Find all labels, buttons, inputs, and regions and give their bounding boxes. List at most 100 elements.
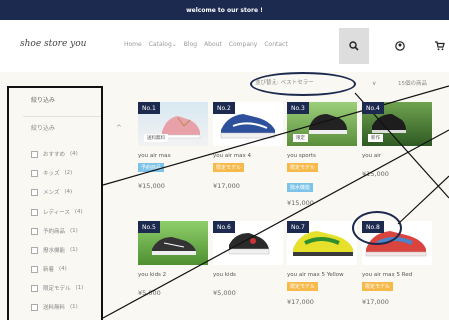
product-name[interactable]: you air: [362, 153, 381, 159]
product-badge: 限定モデル: [287, 282, 319, 291]
image-tag: 送料無料: [144, 134, 168, 142]
filter-ladies[interactable]: レディース (4): [31, 208, 83, 216]
account-button[interactable]: [385, 28, 415, 64]
cart-icon: [435, 41, 445, 51]
product-price: ¥17,000: [213, 182, 240, 190]
filter-count: (4): [74, 209, 83, 215]
filter-recommended[interactable]: おすすめ (4): [31, 150, 78, 158]
product-card[interactable]: No.6 you kids ¥5,000: [213, 221, 283, 301]
checkbox[interactable]: [31, 284, 38, 292]
search-button[interactable]: [339, 28, 369, 64]
product-card[interactable]: No.5 you kids 2 ¥5,000: [138, 221, 208, 301]
nav-company[interactable]: Company: [229, 41, 258, 48]
filter-label: おすすめ: [43, 152, 66, 158]
filter-limited[interactable]: 限定モデル (1): [31, 284, 83, 292]
checkbox[interactable]: [31, 303, 38, 311]
nav-blog[interactable]: Blog: [184, 41, 197, 48]
announcement-bar: welcome to our store !: [0, 0, 449, 20]
announcement-text: welcome to our store !: [186, 6, 263, 14]
product-badge: 限定モデル: [213, 163, 245, 172]
filter-label: 撥水機能: [43, 248, 66, 254]
filter-label: 予約商品: [43, 229, 66, 235]
product-badge: 予約商品: [138, 163, 165, 172]
nav-catalog-label: Catalog: [148, 41, 172, 48]
nav-contact[interactable]: Contact: [264, 41, 287, 48]
checkbox[interactable]: [31, 227, 38, 235]
filter-label: キッズ: [43, 171, 60, 177]
filter-count: (1): [70, 228, 78, 234]
site-header: shoe store you Home Catalog⌄ Blog About …: [0, 20, 449, 72]
cart-button[interactable]: [425, 28, 449, 64]
checkbox[interactable]: [31, 208, 38, 216]
filter-kids[interactable]: キッズ (2): [31, 169, 72, 177]
product-image[interactable]: No.1 送料無料: [138, 102, 208, 146]
product-image[interactable]: No.3 限定: [287, 102, 357, 146]
chevron-down-icon: ⌄: [171, 41, 177, 48]
product-name[interactable]: you kids: [213, 272, 236, 278]
store-logo[interactable]: shoe store you: [20, 39, 86, 49]
user-icon: [395, 41, 405, 51]
refine-label[interactable]: 絞り込み: [31, 123, 55, 132]
product-image[interactable]: No.5: [138, 221, 208, 265]
rank-badge: No.3: [287, 102, 309, 114]
filter-sidebar: 絞り込み 絞り込み おすすめ (4) キッズ (2) メンズ (4) レディース (4)…: [7, 86, 103, 320]
filter-preorder[interactable]: 予約商品 (1): [31, 227, 78, 235]
chevron-down-icon[interactable]: ∨: [372, 80, 376, 87]
product-image[interactable]: No.7: [287, 221, 357, 265]
filter-count: (1): [70, 304, 78, 310]
rank-badge: No.2: [213, 102, 235, 114]
product-name[interactable]: you air max 5 Yellow: [287, 272, 344, 278]
rank-badge: No.1: [138, 102, 160, 114]
product-price: ¥5,000: [138, 289, 161, 297]
product-price: ¥17,000: [287, 298, 314, 306]
image-tag: 新作: [368, 134, 383, 142]
product-name[interactable]: you air max 4: [213, 153, 251, 159]
filter-label: 限定モデル: [43, 286, 71, 292]
rank-badge: No.6: [213, 221, 235, 233]
filter-mens[interactable]: メンズ (4): [31, 188, 72, 196]
product-image[interactable]: No.6: [213, 221, 283, 265]
filter-count: (4): [64, 189, 73, 195]
checkbox[interactable]: [31, 265, 38, 273]
product-badge: 限定モデル: [287, 163, 319, 172]
checkbox[interactable]: [31, 150, 38, 158]
filter-new[interactable]: 新着 (4): [31, 265, 67, 273]
filter-count: (4): [70, 151, 78, 157]
product-name[interactable]: you sports: [287, 153, 316, 159]
product-badge: 限定モデル: [362, 282, 394, 291]
checkbox[interactable]: [31, 188, 38, 196]
product-count: 15個の商品: [398, 81, 427, 87]
filter-waterproof[interactable]: 撥水機能 (1): [31, 246, 78, 254]
rank-badge: No.4: [362, 102, 384, 114]
annotation-ellipse: [250, 72, 356, 96]
nav-home[interactable]: Home: [124, 41, 142, 48]
product-card[interactable]: No.4 新作 you air ¥15,000: [362, 102, 432, 198]
filter-count: (1): [75, 285, 84, 291]
product-card[interactable]: No.2 you air max 4 限定モデル ¥17,000: [213, 102, 283, 198]
product-card[interactable]: No.7 you air max 5 Yellow 限定モデル ¥17,000: [287, 221, 357, 311]
filter-count: (4): [59, 266, 67, 272]
collapse-icon[interactable]: ^: [116, 124, 122, 132]
product-price: ¥5,000: [213, 289, 236, 297]
product-card[interactable]: No.1 送料無料 you air max 予約商品 ¥15,000: [138, 102, 208, 198]
filter-label: メンズ: [43, 190, 60, 196]
filter-title: 絞り込み: [31, 97, 56, 104]
checkbox[interactable]: [31, 169, 38, 177]
product-name[interactable]: you air max 5 Red: [362, 272, 412, 278]
product-name[interactable]: you kids 2: [138, 272, 166, 278]
filter-label: 送料無料: [43, 305, 66, 311]
nav-about[interactable]: About: [204, 41, 222, 48]
rank-badge: No.8: [362, 221, 384, 233]
checkbox[interactable]: [31, 246, 38, 254]
product-badge-waterproof: 撥水機能: [287, 183, 314, 192]
product-image[interactable]: No.2: [213, 102, 283, 146]
product-card[interactable]: No.3 限定 you sports 限定モデル 撥水機能 ¥15,000: [287, 102, 357, 210]
image-tag: 限定: [293, 134, 308, 142]
product-name[interactable]: you air max: [138, 153, 171, 159]
nav-catalog[interactable]: Catalog⌄: [149, 41, 177, 48]
product-price: ¥15,000: [287, 199, 314, 207]
product-price: ¥17,000: [362, 298, 389, 306]
filter-label: 新着: [43, 267, 55, 273]
filter-free-shipping[interactable]: 送料無料 (1): [31, 303, 78, 311]
product-image[interactable]: No.4 新作: [362, 102, 432, 146]
